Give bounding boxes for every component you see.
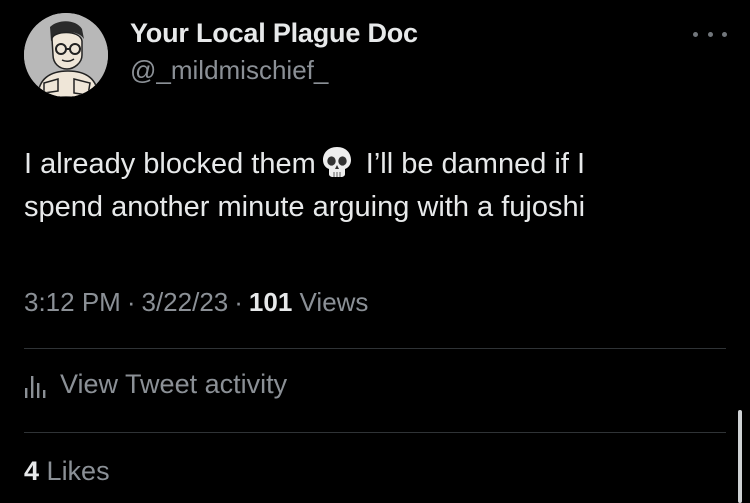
tweet-text-line-1: I already blocked them I’ll be damned if… — [24, 143, 724, 186]
tweet-text-line-2: spend another minute arguing with a fujo… — [24, 191, 586, 223]
tweet-text-part: I already blocked them — [24, 148, 316, 180]
tweet-detail: Your Local Plague Doc @_mildmischief_ I … — [0, 0, 750, 503]
tweet-text: I already blocked them I’ll be damned if… — [24, 143, 724, 229]
avatar[interactable] — [24, 13, 108, 97]
tweet-date[interactable]: 3/22/23 — [142, 287, 229, 317]
ellipsis-icon — [693, 31, 698, 37]
meta-separator: · — [126, 287, 136, 317]
views-label: Views — [299, 287, 369, 317]
divider — [24, 348, 726, 349]
tweet-text-part: I’ll be damned if I — [365, 148, 586, 180]
ellipsis-icon-dot — [707, 31, 713, 37]
cartoon-doctor-avatar-icon — [24, 13, 108, 97]
likes-link[interactable]: 4 Likes — [24, 456, 110, 487]
divider — [24, 432, 726, 433]
ellipsis-icon-dot — [722, 31, 727, 37]
skull-icon — [320, 145, 354, 179]
view-tweet-activity-label: View Tweet activity — [60, 369, 288, 399]
view-tweet-activity-button[interactable]: View Tweet activity — [24, 369, 287, 400]
more-options-button[interactable] — [693, 24, 727, 44]
meta-separator: · — [234, 287, 243, 317]
tweet-time[interactable]: 3:12 PM — [24, 287, 121, 317]
display-name[interactable]: Your Local Plague Doc — [130, 18, 418, 49]
likes-count: 4 — [24, 456, 40, 486]
tweet-meta: 3:12 PM · 3/22/23 · 101 Views — [24, 287, 368, 318]
likes-label: Likes — [46, 456, 110, 486]
user-handle[interactable]: @_mildmischief_ — [130, 55, 328, 86]
analytics-icon — [24, 372, 48, 398]
views-count: 101 — [248, 287, 293, 317]
scrollbar[interactable] — [738, 410, 742, 503]
